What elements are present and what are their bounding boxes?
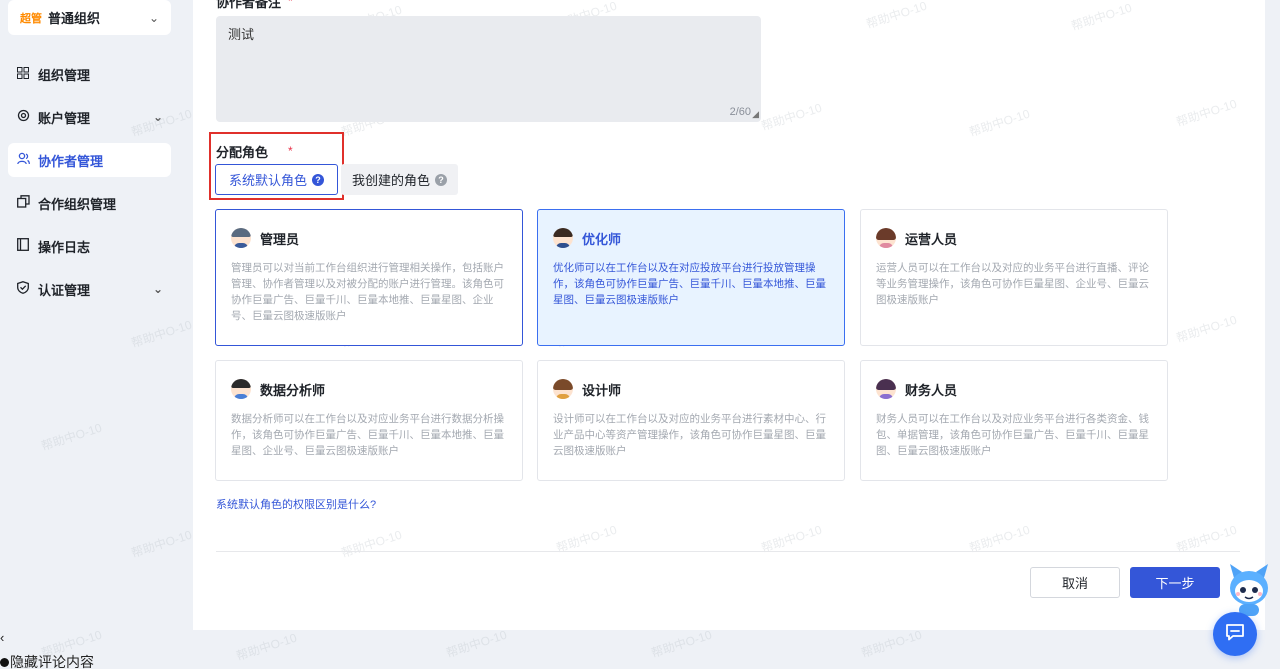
sidebar-item-operation-log[interactable]: 操作日志: [8, 229, 171, 263]
role-permission-diff-link[interactable]: 系统默认角色的权限区别是什么?: [216, 496, 376, 512]
role-title: 管理员: [260, 231, 300, 247]
org-selector[interactable]: 超管 普通组织 ⌄: [8, 0, 171, 35]
sidebar-item-label: 组织管理: [38, 67, 91, 83]
role-description: 运营人员可以在工作台以及对应的业务平台进行直播、评论等业务管理操作，该角色可协作…: [876, 262, 1149, 306]
sidebar-item-label: 合作组织管理: [38, 196, 117, 212]
footer-divider: [216, 551, 1240, 552]
sidebar-item-label: 认证管理: [38, 282, 91, 298]
data-analyst-avatar-icon: [231, 379, 251, 399]
required-mark: *: [288, 0, 293, 8]
sidebar-item-collaborator-management[interactable]: 协作者管理: [8, 143, 171, 177]
role-card-designer[interactable]: 设计师 设计师可以在工作台以及对应的业务平台进行素材中心、行业产品中心等资产管理…: [537, 360, 845, 481]
hide-comments-label: 隐藏评论内容: [10, 654, 94, 669]
role-description: 优化师可以在工作台以及在对应投放平台进行投放管理操作，该角色可协作巨量广告、巨量…: [553, 262, 826, 306]
remark-label: 协作者备注: [216, 0, 282, 10]
role-title: 运营人员: [905, 231, 958, 247]
gear-icon: [16, 109, 30, 125]
resize-handle-icon[interactable]: ◢: [752, 109, 759, 120]
role-description: 设计师可以在工作台以及对应的业务平台进行素材中心、行业产品中心等资产管理操作，该…: [553, 413, 826, 457]
collapse-arrow-icon[interactable]: ‹: [0, 630, 4, 645]
watermark: 帮助中O-10: [234, 630, 299, 664]
grid-icon: [16, 66, 30, 82]
chevron-down-icon: ⌄: [152, 282, 163, 296]
role-card-admin[interactable]: 管理员 管理员可以对当前工作台组织进行管理相关操作，包括账户管理、协作者管理以及…: [215, 209, 523, 346]
chevron-down-icon: ⌄: [148, 10, 159, 25]
role-title: 设计师: [582, 382, 622, 398]
chevron-down-icon: ⌄: [152, 110, 163, 124]
watermark: 帮助中O-10: [859, 627, 924, 661]
role-description: 财务人员可以在工作台以及对应业务平台进行各类资金、钱包、单据管理，该角色可协作巨…: [876, 413, 1149, 457]
role-description: 数据分析师可以在工作台以及对应业务平台进行数据分析操作，该角色可协作巨量广告、巨…: [231, 413, 504, 457]
role-title: 财务人员: [905, 382, 958, 398]
help-icon[interactable]: ?: [435, 173, 447, 186]
sidebar-item-label: 协作者管理: [38, 153, 104, 169]
role-card-optimizer[interactable]: 优化师 优化师可以在工作台以及在对应投放平台进行投放管理操作，该角色可协作巨量广…: [537, 209, 845, 346]
sidebar-item-certification-management[interactable]: 认证管理 ⌄: [8, 272, 171, 306]
tab-system-default-roles[interactable]: 系统默认角色 ?: [215, 164, 338, 195]
chat-support-button[interactable]: [1213, 612, 1257, 656]
role-title: 数据分析师: [260, 382, 326, 398]
role-card-operator[interactable]: 运营人员 运营人员可以在工作台以及对应的业务平台进行直播、评论等业务管理操作，该…: [860, 209, 1168, 346]
next-step-button[interactable]: 下一步: [1130, 567, 1220, 598]
copy-icon: [16, 195, 30, 211]
sidebar-item-label: 操作日志: [38, 239, 91, 255]
assign-role-label: 分配角色: [216, 145, 269, 160]
tab-label: 我创建的角色: [351, 173, 430, 188]
required-mark: *: [288, 144, 293, 158]
org-name: 普通组织: [48, 11, 101, 26]
log-book-icon: [16, 238, 30, 254]
tab-my-created-roles[interactable]: 我创建的角色 ?: [341, 164, 458, 195]
optimizer-avatar-icon: [553, 228, 573, 248]
remark-value: 测试: [228, 27, 255, 42]
super-admin-badge: 超管: [20, 12, 42, 25]
sidebar-item-account-management[interactable]: 账户管理 ⌄: [8, 100, 171, 134]
chat-icon: [1225, 623, 1245, 646]
role-card-data-analyst[interactable]: 数据分析师 数据分析师可以在工作台以及对应业务平台进行数据分析操作，该角色可协作…: [215, 360, 523, 481]
watermark: 帮助中O-10: [444, 627, 509, 661]
sidebar-item-partner-org-management[interactable]: 合作组织管理: [8, 186, 171, 220]
hide-comments-toggle[interactable]: 隐藏评论内容: [0, 652, 94, 669]
help-icon[interactable]: ?: [312, 173, 324, 186]
cancel-button[interactable]: 取消: [1030, 567, 1120, 598]
remark-textarea[interactable]: 测试 2/60 ◢: [216, 16, 761, 122]
shield-check-icon: [16, 281, 30, 297]
designer-avatar-icon: [553, 379, 573, 399]
char-counter: 2/60: [729, 106, 751, 118]
admin-avatar-icon: [231, 228, 251, 248]
operator-avatar-icon: [876, 228, 896, 248]
tab-label: 系统默认角色: [228, 173, 307, 188]
sidebar-item-org-management[interactable]: 组织管理: [8, 57, 171, 91]
watermark: 帮助中O-10: [649, 627, 714, 661]
sidebar-item-label: 账户管理: [38, 110, 91, 126]
users-icon: [16, 152, 30, 168]
role-description: 管理员可以对当前工作台组织进行管理相关操作，包括账户管理、协作者管理以及对被分配…: [231, 262, 504, 322]
finance-avatar-icon: [876, 379, 896, 399]
dot-icon: [0, 657, 9, 667]
role-title: 优化师: [582, 231, 622, 247]
sidebar: 超管 普通组织 ⌄ 组织管理 账户管理 ⌄ 协作者管理 合作组织管理 操作日志: [0, 0, 186, 669]
role-card-finance[interactable]: 财务人员 财务人员可以在工作台以及对应业务平台进行各类资金、钱包、单据管理，该角…: [860, 360, 1168, 481]
assistant-mascot-icon[interactable]: [1226, 560, 1272, 618]
